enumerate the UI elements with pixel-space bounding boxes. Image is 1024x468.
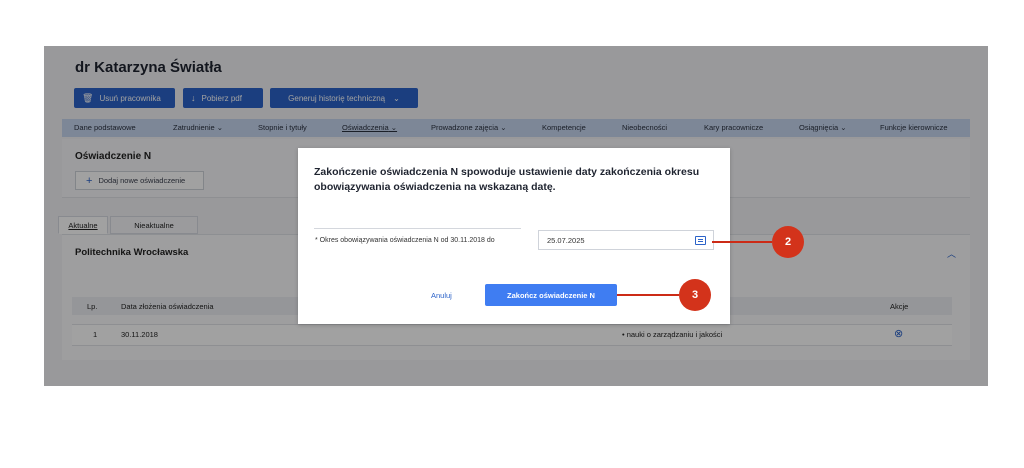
end-statement-button[interactable]: Zakończ oświadczenie N bbox=[485, 284, 617, 306]
marker-line-3 bbox=[617, 294, 679, 296]
calendar-icon[interactable] bbox=[695, 236, 706, 245]
period-label: * Okres obowiązywania oświadczenia N od … bbox=[315, 237, 495, 244]
end-date-value: 25.07.2025 bbox=[547, 236, 585, 245]
step-marker-2: 2 bbox=[772, 226, 804, 258]
divider bbox=[314, 228, 521, 229]
marker-line-2 bbox=[712, 241, 772, 243]
cancel-button[interactable]: Anuluj bbox=[431, 291, 452, 300]
end-date-input[interactable]: 25.07.2025 bbox=[538, 230, 714, 250]
end-statement-dialog: Zakończenie oświadczenia N spowoduje ust… bbox=[298, 148, 730, 324]
dialog-message: Zakończenie oświadczenia N spowoduje ust… bbox=[314, 166, 700, 193]
step-marker-3: 3 bbox=[679, 279, 711, 311]
